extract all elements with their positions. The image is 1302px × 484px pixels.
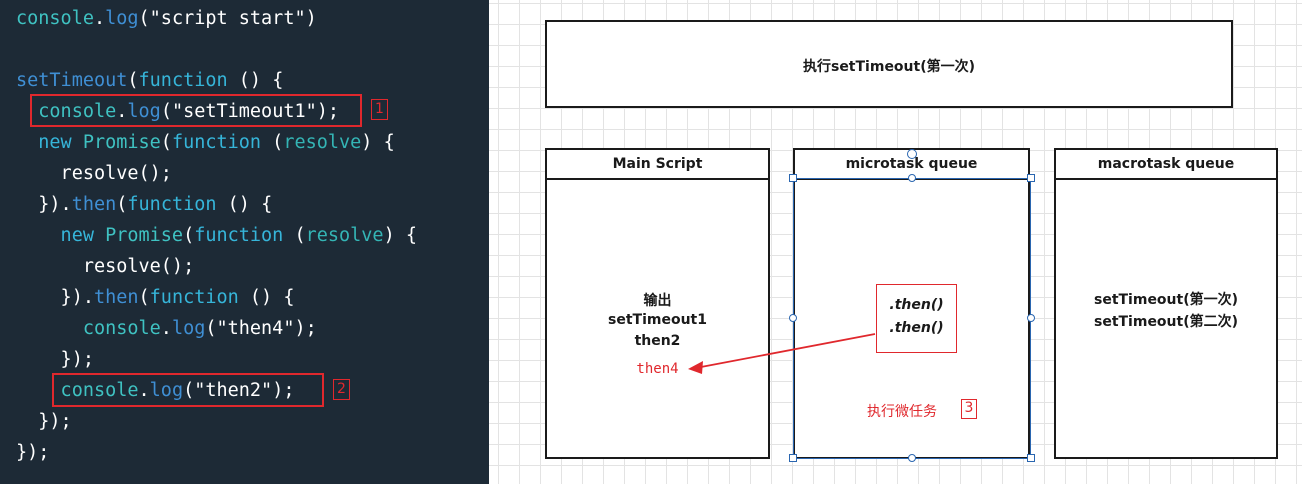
code-line: setTimeout(function () { xyxy=(16,65,283,96)
code-token: ( xyxy=(138,287,150,308)
marker-1: 1 xyxy=(371,99,388,120)
code-token: new xyxy=(16,225,106,246)
code-editor: console.log("script start") setTimeout(fu… xyxy=(0,0,489,484)
code-token: () { xyxy=(238,287,295,308)
code-token: function xyxy=(127,194,217,215)
code-token: . xyxy=(160,318,172,339)
code-token: function xyxy=(171,132,262,153)
code-token: then xyxy=(71,194,117,215)
code-line: resolve(); xyxy=(16,251,194,282)
code-token: ( xyxy=(116,194,128,215)
code-token: setTimeout xyxy=(16,70,128,91)
code-token: }). xyxy=(16,287,94,308)
code-token: ) { xyxy=(361,132,395,153)
code-token: function xyxy=(194,225,284,246)
code-token: () { xyxy=(227,70,284,91)
code-line: }).then(function () { xyxy=(16,189,272,220)
code-line: }).then(function () { xyxy=(16,282,295,313)
code-token: ("then4"); xyxy=(205,318,317,339)
code-token: () { xyxy=(216,194,273,215)
code-token: }). xyxy=(16,194,72,215)
arrow-head xyxy=(688,361,703,374)
code-token: }); xyxy=(16,411,72,432)
code-token: log xyxy=(171,318,206,339)
code-line: new Promise(function (resolve) { xyxy=(16,220,417,251)
code-line: }); xyxy=(16,344,94,375)
code-token: resolve(); xyxy=(16,256,195,277)
highlight-box-then2 xyxy=(52,373,324,407)
code-token: function xyxy=(149,287,239,308)
code-token: }); xyxy=(16,349,94,370)
code-line: resolve(); xyxy=(16,158,172,189)
code-line: console.log("script start") xyxy=(16,3,317,34)
code-token: ( xyxy=(127,70,139,91)
diagram-canvas: 执行setTimeout(第一次) Main Script 输出 setTime… xyxy=(489,0,1302,484)
code-token: resolve(); xyxy=(16,163,172,184)
code-token: console xyxy=(16,318,161,339)
code-token: function xyxy=(138,70,228,91)
marker-2: 2 xyxy=(333,379,350,400)
code-token: Promise xyxy=(105,225,184,246)
code-line: }); xyxy=(16,437,49,468)
code-token: ( xyxy=(261,132,284,153)
code-token: ("script start") xyxy=(138,8,317,29)
code-token: ( xyxy=(283,225,306,246)
code-token: }); xyxy=(16,442,50,463)
code-line: new Promise(function (resolve) { xyxy=(16,127,395,158)
arrow-to-then4 xyxy=(688,333,876,374)
code-token: ) { xyxy=(383,225,417,246)
code-token: new xyxy=(16,132,83,153)
code-token: console xyxy=(16,8,94,29)
code-line: }); xyxy=(16,406,72,437)
code-token: . xyxy=(93,8,106,29)
highlight-box-setTimeout1 xyxy=(30,94,362,127)
code-token: resolve xyxy=(305,225,384,246)
code-token: log xyxy=(105,8,139,29)
code-token: ( xyxy=(183,225,195,246)
arrow-line xyxy=(700,333,876,368)
code-token: then xyxy=(93,287,139,308)
code-token: resolve xyxy=(283,132,362,153)
code-line: console.log("then4"); xyxy=(16,313,317,344)
code-token: ( xyxy=(160,132,172,153)
code-token: Promise xyxy=(82,132,161,153)
